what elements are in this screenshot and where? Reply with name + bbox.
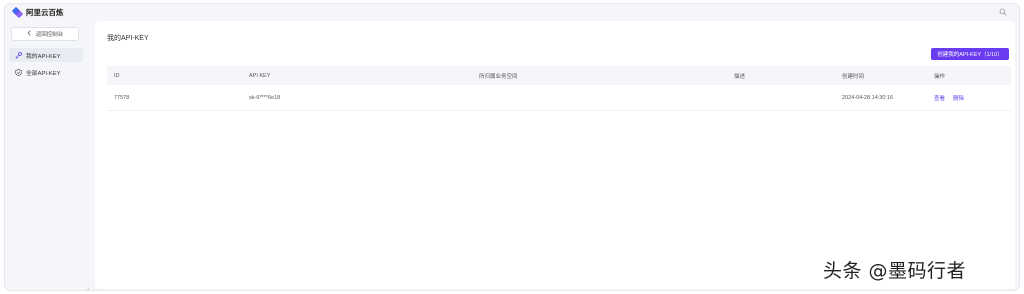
sidebar-item-all-api-key[interactable]: 全部API-KEY xyxy=(9,65,83,79)
top-bar: 阿里云百炼 xyxy=(5,4,1019,21)
collapse-sidebar-icon[interactable]: ‹ xyxy=(87,287,89,290)
back-to-console-button[interactable]: 返回控制台 xyxy=(11,27,79,41)
create-api-key-button[interactable]: 创建我的API-KEY（1/10） xyxy=(931,48,1009,60)
cell-actions: 查看 删除 xyxy=(922,94,992,102)
back-to-console-label: 返回控制台 xyxy=(35,32,64,38)
column-header-api-key: API KEY xyxy=(249,72,271,79)
key-icon xyxy=(15,51,22,59)
app-logo[interactable]: 阿里云百炼 xyxy=(13,7,64,18)
column-header-actions: 操作 xyxy=(934,73,946,80)
sidebar-item-my-api-key[interactable]: 我的API-KEY xyxy=(9,48,83,62)
search-icon[interactable] xyxy=(999,8,1007,16)
watermark: 头条 @墨码行者 xyxy=(823,260,967,282)
main-panel: 我的API-KEY 创建我的API-KEY（1/10） ID API KEY 所… xyxy=(95,21,1015,289)
cell-api-key: sk-6****6e18 xyxy=(249,94,281,101)
table-header: ID API KEY 所归属业务空间 描述 创建时间 操作 xyxy=(107,66,1011,85)
brand-logo-icon xyxy=(13,8,22,17)
column-header-id: ID xyxy=(114,72,120,79)
sidebar-item-label: 全部API-KEY xyxy=(26,70,61,77)
column-header-created-time: 创建时间 xyxy=(842,73,865,80)
chevron-left-icon xyxy=(27,30,32,38)
app-window: 阿里云百炼 返回控制台 我的API-KEY 全部API-KEY ‹ 我的API-… xyxy=(4,3,1020,291)
api-key-table: ID API KEY 所归属业务空间 描述 创建时间 操作 77578 sk-6… xyxy=(107,66,1011,111)
column-header-workspace: 所归属业务空间 xyxy=(479,73,518,80)
cell-id: 77578 xyxy=(114,94,130,101)
column-header-description: 描述 xyxy=(734,73,746,80)
view-link[interactable]: 查看 xyxy=(934,94,945,102)
app-title: 阿里云百炼 xyxy=(26,8,64,17)
sidebar: 返回控制台 我的API-KEY 全部API-KEY ‹ xyxy=(5,21,89,290)
shield-key-icon xyxy=(15,68,22,76)
cell-created-time: 2024-04-28 14:30:16 xyxy=(842,94,894,101)
table-row: 77578 sk-6****6e18 2024-04-28 14:30:16 查… xyxy=(107,85,1011,111)
delete-link[interactable]: 删除 xyxy=(953,94,964,102)
sidebar-item-label: 我的API-KEY xyxy=(26,53,61,60)
page-title: 我的API-KEY xyxy=(107,35,149,42)
